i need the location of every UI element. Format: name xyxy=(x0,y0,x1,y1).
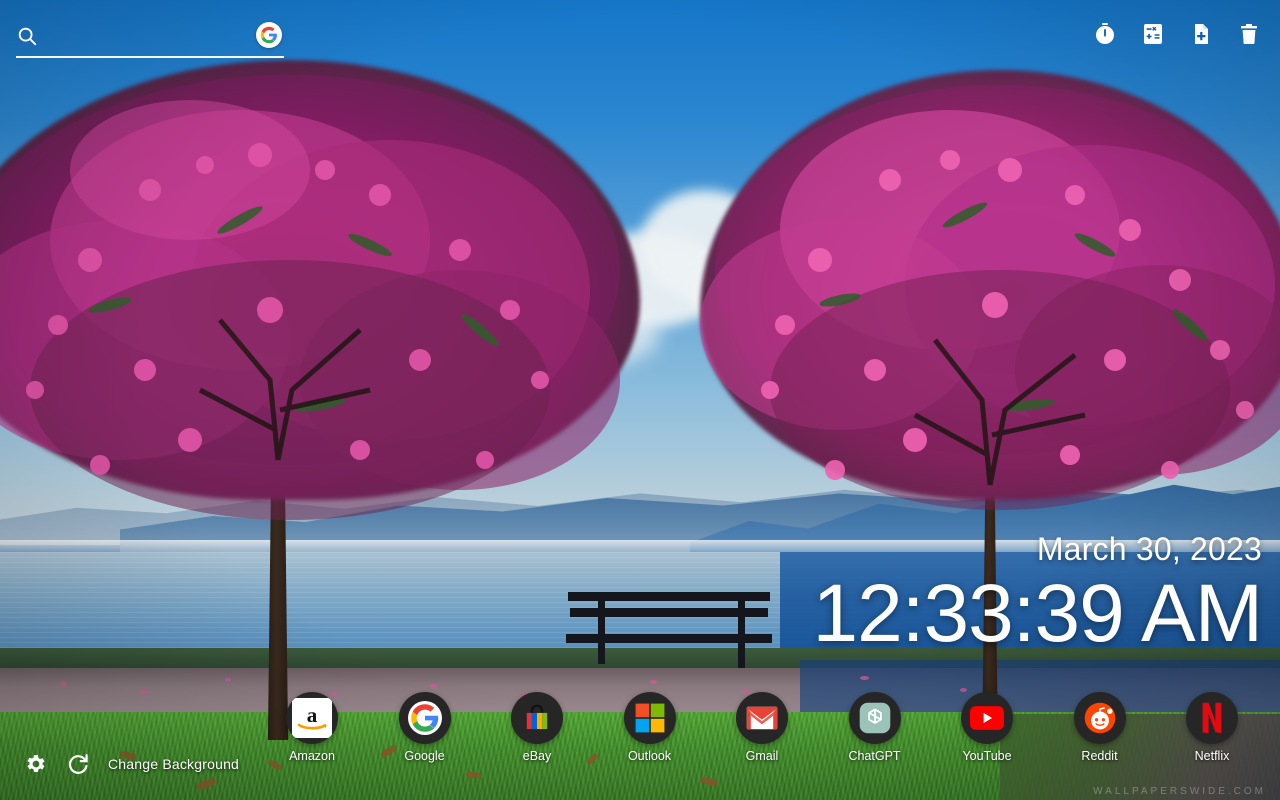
trash-button[interactable] xyxy=(1234,20,1264,50)
new-note-button[interactable] xyxy=(1186,20,1216,50)
shortcut-label: Gmail xyxy=(745,749,779,763)
google-icon xyxy=(398,692,451,744)
shortcut-label: Google xyxy=(404,749,445,763)
shortcut-label: YouTube xyxy=(962,749,1012,763)
netflix-icon xyxy=(1186,692,1238,744)
shortcut-amazon[interactable]: a Amazon xyxy=(272,692,352,763)
shortcut-label: Amazon xyxy=(289,749,335,763)
shortcut-netflix[interactable]: Netflix xyxy=(1172,692,1252,763)
amazon-icon: a xyxy=(286,692,338,744)
shortcuts-dock: a Amazon Google eBay Outlook Gmail ChatG… xyxy=(272,692,1252,780)
clock-time: 12:33:39 AM xyxy=(812,568,1263,659)
note-add-icon xyxy=(1189,22,1213,49)
reddit-icon xyxy=(1073,692,1126,744)
search-icon xyxy=(16,25,38,47)
refresh-icon[interactable] xyxy=(66,752,90,776)
stopwatch-icon xyxy=(1093,22,1117,49)
shortcut-label: Reddit xyxy=(1081,749,1118,763)
calculator-button[interactable] xyxy=(1138,20,1168,50)
bottom-controls: Change Background xyxy=(24,752,239,776)
ebay-icon xyxy=(511,692,563,744)
chatgpt-icon xyxy=(848,692,901,744)
google-g-icon[interactable] xyxy=(256,22,282,48)
search-input[interactable] xyxy=(44,21,284,51)
shortcut-outlook[interactable]: Outlook xyxy=(610,692,690,763)
shortcut-youtube[interactable]: YouTube xyxy=(947,692,1027,763)
search-bar[interactable] xyxy=(16,16,284,58)
youtube-icon xyxy=(961,692,1013,744)
calculator-icon xyxy=(1141,22,1165,49)
shortcut-google[interactable]: Google xyxy=(385,692,465,763)
shortcut-chatgpt[interactable]: ChatGPT xyxy=(835,692,915,763)
shortcut-reddit[interactable]: Reddit xyxy=(1060,692,1140,763)
shortcut-ebay[interactable]: eBay xyxy=(497,692,577,763)
clock-widget: March 30, 2023 12:33:39 AM xyxy=(812,530,1263,660)
newtab-overlay: March 30, 2023 12:33:39 AM a Amazon Goog… xyxy=(0,0,1280,800)
shortcut-label: Netflix xyxy=(1194,749,1230,763)
shortcut-gmail[interactable]: Gmail xyxy=(722,692,802,763)
gear-icon[interactable] xyxy=(24,752,48,776)
top-toolbar xyxy=(1090,20,1264,50)
shortcut-label: Outlook xyxy=(627,749,672,763)
clock-date: March 30, 2023 xyxy=(1036,531,1262,567)
svg-text:a: a xyxy=(307,703,318,727)
shortcut-label: eBay xyxy=(522,749,552,763)
gmail-icon xyxy=(736,692,788,744)
trash-icon xyxy=(1237,22,1261,49)
wallpaper-watermark: WALLPAPERSWIDE.COM xyxy=(1093,786,1266,797)
outlook-icon xyxy=(623,692,676,744)
change-background-button[interactable]: Change Background xyxy=(108,756,239,772)
shortcut-label: ChatGPT xyxy=(848,749,901,763)
stopwatch-button[interactable] xyxy=(1090,20,1120,50)
